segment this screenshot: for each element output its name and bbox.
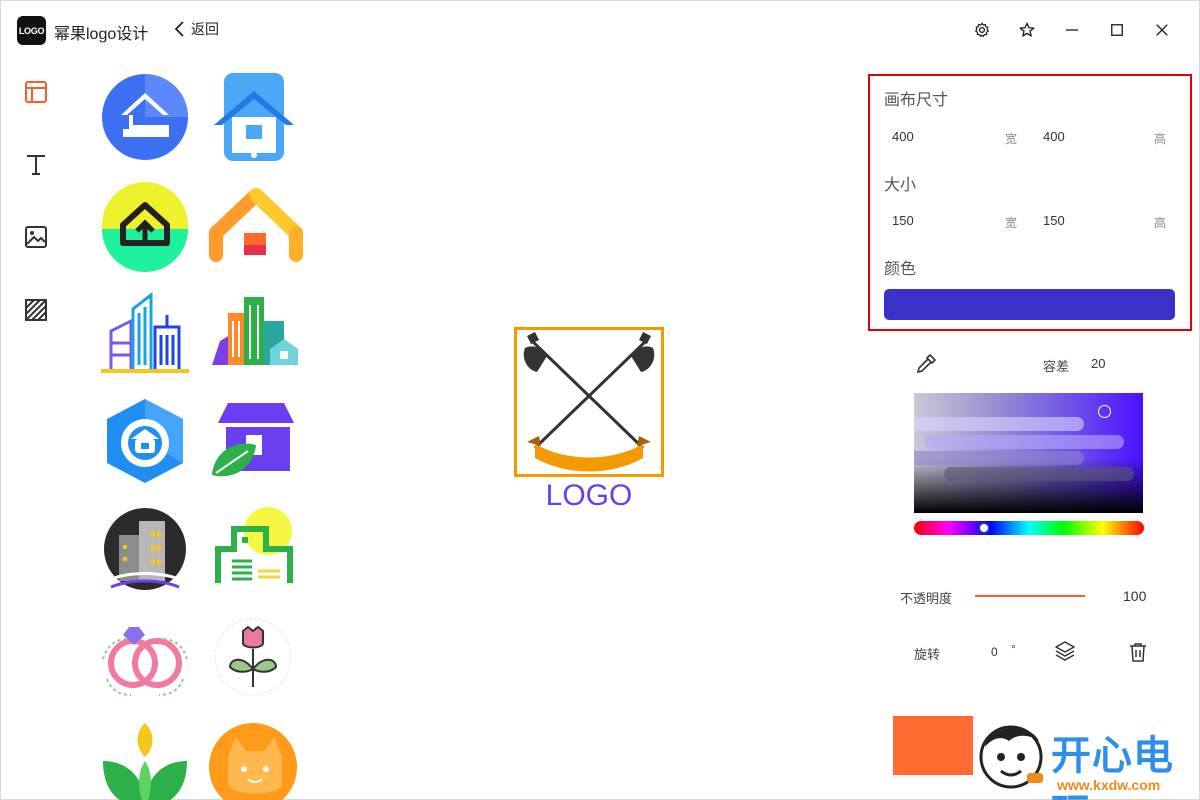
hue-slider[interactable] [914,521,1144,535]
back-button[interactable]: 返回 [173,19,219,39]
canvas-height-unit: 高 [1154,132,1167,146]
close-button[interactable] [1147,15,1177,45]
watermark: 开心电玩 www.kxdw.com [973,711,1199,800]
rotation-value[interactable]: 0 [991,645,998,659]
maximize-icon [1111,24,1123,36]
template-wedding-rings[interactable] [97,609,193,705]
tolerance-label: 容差 [1043,359,1070,374]
canvas-logo-text[interactable]: LOGO [514,479,664,513]
color-swatch-button[interactable] [884,289,1175,320]
maximize-button[interactable] [1102,15,1132,45]
template-orange-cat[interactable] [208,717,304,800]
chevron-left-icon [174,21,184,37]
hexagon-house-icon [107,399,183,483]
green-building-sun-icon [215,507,293,583]
mascot-logo [979,725,1043,789]
title-bar: LOGO 幂果logo设计 返回 [1,1,1200,59]
house-arrow-icon [102,182,188,272]
canvas-height-input[interactable] [1043,129,1133,144]
size-width-input[interactable] [892,213,982,228]
layers-icon [1055,641,1075,661]
trash-icon [1130,643,1146,662]
house-roof-icon [209,188,303,262]
delete-button[interactable] [1127,641,1151,665]
color-title: 颜色 [884,261,917,278]
close-icon [1156,24,1168,36]
canvas-size-title: 画布尺寸 [884,92,949,109]
template-house-roof[interactable] [208,177,304,273]
favorite-button[interactable] [1012,15,1042,45]
template-green-building-sun[interactable] [208,501,304,597]
tool-layout[interactable] [21,77,51,107]
rotation-unit: ° [1011,642,1016,656]
tolerance-value[interactable]: 20 [1091,356,1105,371]
hue-slider-knob[interactable] [978,522,990,534]
template-green-leaves[interactable] [97,717,193,800]
canvas-logo-frame[interactable] [514,327,664,477]
image-icon [25,226,47,248]
minimize-button[interactable] [1057,15,1087,45]
house-circle-icon [102,74,188,160]
eyedropper-icon [916,353,937,374]
template-city-buildings-color[interactable] [208,285,304,381]
rose-flower-icon [214,618,292,696]
canvas-width-unit: 宽 [1005,132,1018,146]
orange-cat-icon [209,723,297,800]
color-picker-knob[interactable] [1098,405,1111,418]
star-icon [1019,22,1035,37]
canvas-width-input[interactable] [892,129,982,144]
size-height-unit: 高 [1154,216,1167,230]
opacity-label: 不透明度 [900,591,953,606]
green-leaves-icon [103,723,187,800]
pattern-icon [25,299,47,321]
minimize-icon [1066,29,1078,31]
tool-pattern[interactable] [21,295,51,325]
template-hexagon-house[interactable] [97,393,193,489]
template-shop-leaf[interactable] [208,393,304,489]
template-rose-flower[interactable] [208,609,304,705]
text-icon [27,155,45,175]
shop-leaf-icon [212,403,294,477]
size-width-unit: 宽 [1005,216,1018,230]
properties-panel: 画布尺寸 宽 高 大小 宽 高 颜色 [868,74,1192,331]
back-label: 返回 [191,21,219,37]
watermark-url: www.kxdw.com [1057,777,1161,793]
city-buildings-blue-icon [101,291,189,373]
tool-image[interactable] [21,222,51,252]
eyedropper-button[interactable] [914,352,938,376]
opacity-value: 100 [1123,588,1147,604]
template-dark-circle-building[interactable] [97,501,193,597]
template-house-circle[interactable] [97,69,193,165]
tool-text[interactable] [21,149,51,179]
rotation-label: 旋转 [914,647,941,662]
dark-circle-building-icon [104,508,186,590]
template-house-arrow[interactable] [97,177,193,273]
size-title: 大小 [884,177,917,194]
gear-icon [975,22,989,38]
size-height-input[interactable] [1043,213,1133,228]
city-buildings-color-icon [212,297,298,365]
app-name: 幂果logo设计 [54,26,149,43]
crossed-axes-icon [523,332,655,472]
template-city-buildings-blue[interactable] [97,285,193,381]
template-house-phone[interactable] [208,69,304,165]
layout-icon [25,81,47,103]
opacity-slider[interactable] [975,595,1085,597]
settings-button[interactable] [967,15,997,45]
app-logo-badge: LOGO [17,16,46,45]
layers-button[interactable] [1054,640,1078,664]
house-phone-icon [214,73,294,161]
wedding-rings-icon [102,627,188,696]
